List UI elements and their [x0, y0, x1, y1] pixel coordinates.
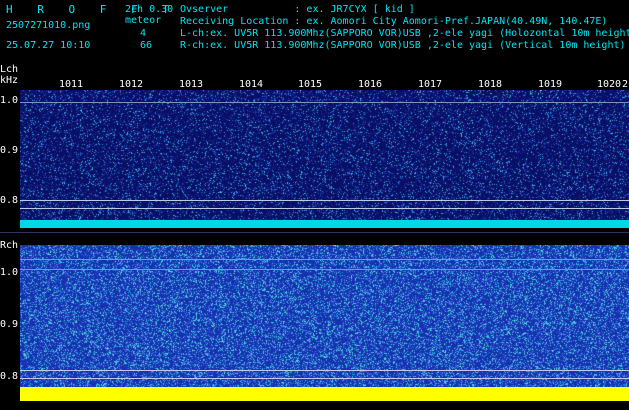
lch-title: Lch [0, 64, 19, 75]
rch-ref-line [20, 378, 629, 379]
rch-y-label: 0.8 [0, 371, 19, 382]
lch-y-label: 0.8 [0, 195, 19, 206]
rch-ref-line [20, 370, 629, 371]
time-label: 1019 [538, 79, 563, 90]
time-label: 1018 [478, 79, 503, 90]
lch-y-label: 1.0 [0, 95, 19, 106]
rch-floor-strip [20, 387, 629, 401]
time-label: 2 [622, 79, 629, 90]
filename-label: 2507271010.png [6, 20, 91, 31]
detect-label: meteor [125, 15, 162, 26]
time-label: 1017 [418, 79, 443, 90]
rch-title: Rch [0, 240, 19, 251]
lch-y-label: 0.9 [0, 145, 19, 156]
rch-waterfall [20, 245, 629, 401]
rch-y-label: 1.0 [0, 267, 19, 278]
timestamp-label: 25.07.27 10:10 [6, 40, 91, 51]
lch-info-line: L-ch:ex. UV5R 113.900Mhz(SAPPORO VOR)USB… [180, 28, 629, 39]
rch-info-line: R-ch:ex. UV5R 113.900Mhz(SAPPORO VOR)USB… [180, 40, 626, 51]
rch-ref-line [20, 269, 629, 270]
rch-y-label: 0.9 [0, 319, 19, 330]
observer-line: Ovserver : ex. JR7CYX [ kid ] [180, 4, 415, 15]
count-r-label: 66 [140, 40, 153, 51]
time-label: 1020 [597, 79, 622, 90]
lch-waterfall [20, 90, 629, 228]
location-line: Receiving Location : ex. Aomori City Aom… [180, 16, 608, 27]
mode-label: 2ch 0.30 [125, 4, 174, 15]
lch-ref-line [20, 208, 629, 209]
time-label: 1014 [239, 79, 264, 90]
rch-ref-line [20, 259, 629, 260]
time-label: 1016 [358, 79, 383, 90]
time-label: 1015 [298, 79, 323, 90]
lch-unit: kHz [0, 75, 19, 86]
time-label: 1012 [119, 79, 144, 90]
count-l-label: 4 [140, 28, 147, 39]
lch-floor-strip [20, 220, 629, 228]
time-label: 1011 [59, 79, 84, 90]
time-label: 1013 [179, 79, 204, 90]
lch-ref-line [20, 102, 629, 103]
panel-separator [0, 232, 629, 233]
lch-ref-line [20, 200, 629, 201]
